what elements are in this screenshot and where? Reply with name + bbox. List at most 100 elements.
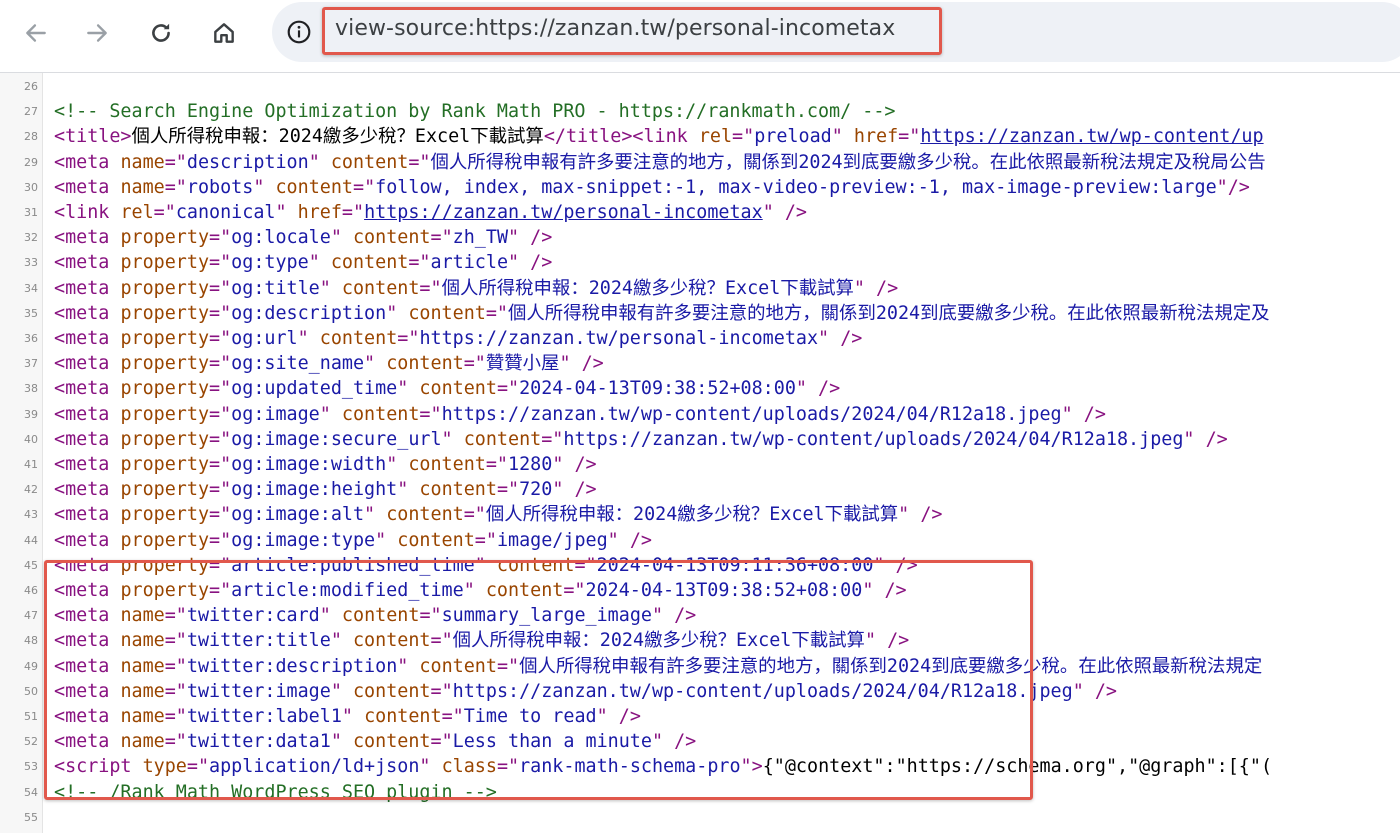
- code-token: property: [120, 479, 210, 501]
- line-number: 31: [24, 206, 38, 219]
- source-line: 27 <!-- Search Engine Optimization by Ran…: [0, 99, 1400, 124]
- line-number: 49: [24, 659, 38, 673]
- line-number: 34: [24, 281, 38, 295]
- code-token: <meta: [54, 302, 121, 324]
- code-token: " />: [1061, 403, 1106, 425]
- line-code: <link rel="canonical" href="https://zanz…: [54, 200, 807, 225]
- line-code: <meta name="robots" content="follow, ind…: [54, 175, 1250, 200]
- line-code: <meta property="og:image:type" content="…: [54, 528, 652, 553]
- code-token: =": [164, 151, 187, 173]
- code-token: " />: [552, 479, 597, 501]
- code-token: " />: [818, 328, 863, 349]
- line-number: 50: [24, 684, 38, 698]
- code-token: image/jpeg: [496, 529, 608, 551]
- code-token: </title><link: [543, 126, 699, 148]
- code-token: 個人所得稅申報有許多要注意的地方，關係到2024到底要繳多少稅。在此依照最新稅法…: [430, 151, 1266, 173]
- code-token: " />: [607, 529, 652, 551]
- source-line: 37 <meta property="og:site_name" content=…: [0, 351, 1400, 376]
- code-token: =": [419, 403, 442, 425]
- line-code: <meta property="og:image:height" content…: [54, 477, 597, 502]
- source-link[interactable]: https://zanzan.tw/wp-content/up: [920, 126, 1263, 147]
- back-button[interactable]: [16, 13, 56, 53]
- line-number: 47: [24, 609, 38, 623]
- line-number: 30: [24, 180, 38, 194]
- code-token: property: [120, 227, 210, 249]
- source-line: 36 <meta property="og:url" content="https…: [0, 326, 1400, 351]
- code-token: content: [319, 328, 398, 349]
- code-token: content: [463, 428, 542, 450]
- code-token: <meta: [54, 353, 121, 375]
- source-line: 32 <meta property="og:locale" content="zh…: [0, 225, 1400, 250]
- code-token: href: [853, 126, 899, 148]
- line-number: 33: [24, 256, 38, 270]
- code-token: og:url: [231, 328, 298, 349]
- forward-button[interactable]: [77, 13, 117, 53]
- code-token: =": [485, 302, 509, 324]
- code-token: =": [463, 353, 486, 375]
- source-line: 31 <link rel="canonical" href="https://za…: [0, 200, 1400, 225]
- code-token: ": [364, 504, 387, 526]
- code-token: =": [153, 202, 176, 223]
- code-token: property: [120, 302, 210, 324]
- code-token: <meta: [54, 252, 121, 274]
- code-token: content: [341, 277, 420, 299]
- source-line: 42 <meta property="og:image:height" conte…: [0, 477, 1400, 502]
- line-number: 41: [24, 458, 38, 471]
- code-token: <title>: [54, 126, 132, 148]
- line-number: 46: [24, 584, 38, 597]
- code-token: =": [463, 504, 486, 526]
- code-token: href: [297, 202, 342, 223]
- source-line: 41 <meta property="og:image:width" conten…: [0, 452, 1400, 477]
- code-token: rel: [120, 202, 154, 223]
- arrow-left-icon: [23, 20, 49, 46]
- code-token: property: [120, 403, 210, 425]
- line-code: <meta property="og:updated_time" content…: [54, 376, 840, 401]
- line-number: 53: [24, 760, 38, 774]
- code-token: =": [209, 328, 232, 349]
- line-number: 27: [24, 105, 38, 119]
- code-token: =": [164, 176, 187, 198]
- line-code: <meta property="og:image:alt" content="個…: [54, 502, 942, 527]
- line-number: 44: [24, 533, 38, 547]
- source-line: 43 <meta property="og:image:alt" content=…: [0, 502, 1400, 527]
- code-token: =": [209, 504, 232, 526]
- line-number: 54: [24, 785, 38, 799]
- source-line: 34 <meta property="og:title" content="個人所…: [0, 276, 1400, 301]
- code-token: 個人所得稅申報：2024繳多少稅？Excel下載試算: [441, 277, 854, 299]
- source-line: 30 <meta name="robots" content="follow, i…: [0, 175, 1400, 200]
- code-token: <meta: [54, 428, 121, 450]
- code-token: <meta: [54, 277, 121, 299]
- code-token: ": [275, 202, 298, 223]
- code-token: rel: [698, 126, 733, 148]
- code-token: " />: [508, 227, 553, 249]
- source-view: 26 27 <!-- Search Engine Optimization by R…: [0, 72, 1400, 833]
- home-button[interactable]: [204, 13, 244, 53]
- info-icon[interactable]: [284, 17, 314, 47]
- line-number: 45: [24, 558, 38, 572]
- code-token: https://zanzan.tw/personal-incometax: [419, 328, 819, 349]
- code-token: =": [541, 428, 564, 450]
- code-token: " />: [762, 202, 807, 223]
- code-token: " />: [508, 252, 553, 274]
- line-number: 43: [24, 508, 38, 522]
- line-code: <meta property="og:description" content=…: [54, 301, 1270, 326]
- source-line: 38 <meta property="og:updated_time" conte…: [0, 376, 1400, 401]
- code-token: =": [209, 454, 232, 475]
- code-token: =": [353, 176, 376, 198]
- code-token: <meta: [54, 479, 121, 501]
- code-token: =": [209, 227, 232, 249]
- code-token: <!-- Search Engine Optimization by Rank …: [54, 101, 896, 123]
- line-number: 51: [24, 710, 38, 723]
- source-link[interactable]: https://zanzan.tw/personal-incometax: [364, 202, 763, 223]
- code-token: property: [120, 353, 210, 375]
- code-token: content: [275, 176, 353, 198]
- code-token: 720: [519, 479, 553, 501]
- line-code: <meta property="og:image" content="https…: [54, 402, 1106, 427]
- line-number: 29: [24, 155, 38, 169]
- line-number: 52: [24, 735, 38, 749]
- code-token: og:type: [231, 252, 309, 274]
- code-token: " />: [1183, 428, 1228, 450]
- reload-button[interactable]: [141, 13, 181, 53]
- code-token: " />: [552, 454, 597, 475]
- code-token: og:site_name: [231, 353, 365, 375]
